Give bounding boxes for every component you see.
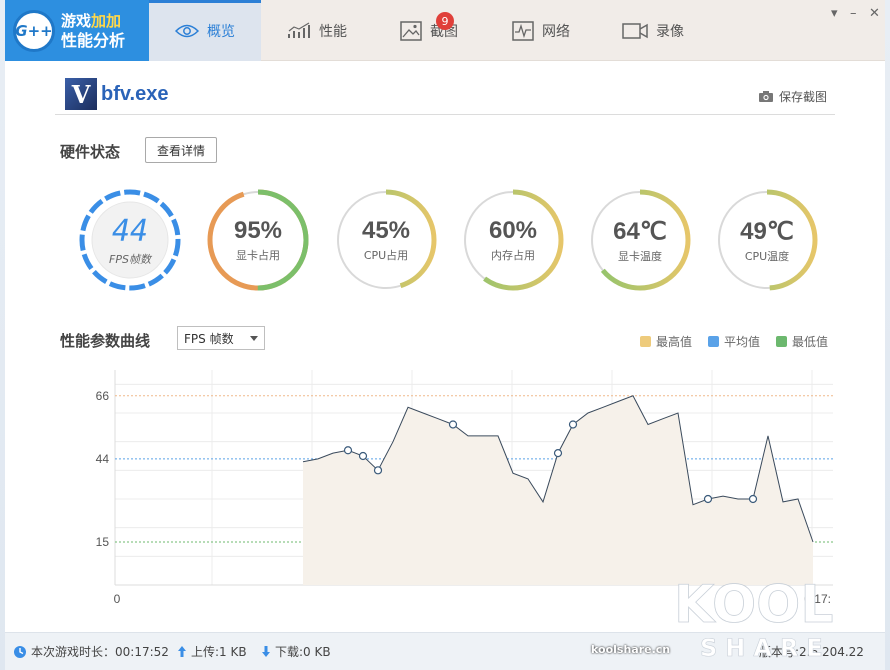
tab-screenshots[interactable]: 截图 9 bbox=[373, 0, 485, 61]
hardware-status-title: 硬件状态 bbox=[60, 143, 121, 161]
gauge-cpu-temp-value: 49℃ bbox=[740, 217, 794, 245]
performance-curve-title: 性能参数曲线 bbox=[60, 332, 151, 350]
minimize-icon[interactable]: – bbox=[850, 6, 857, 21]
logo-text: 游戏加加 性能分析 bbox=[61, 12, 125, 50]
eye-icon bbox=[175, 24, 199, 37]
gauge-gpu-usage-value: 95% bbox=[233, 217, 283, 244]
game-icon: V bbox=[65, 78, 97, 110]
gauge-cpu-temp: 49℃ CPU温度 bbox=[712, 185, 822, 295]
bar-chart-icon bbox=[288, 21, 310, 38]
upload: 上传: 1 KB bbox=[177, 643, 247, 660]
gauge-cpu-usage: 45% CPU占用 bbox=[331, 185, 441, 295]
fps-marker bbox=[703, 494, 713, 504]
tab-performance-label: 性能 bbox=[319, 23, 347, 40]
gauge-gpu-usage-label: 显卡占用 bbox=[236, 249, 280, 262]
koolshare-watermark: KOOL SHARE bbox=[674, 575, 834, 663]
pulse-icon bbox=[512, 20, 534, 41]
gauge-memory-usage-value: 60% bbox=[488, 217, 538, 244]
y-tick-label: 15 bbox=[96, 535, 110, 549]
playtime-label: 本次游戏时长： bbox=[31, 645, 116, 659]
upload-arrow-icon bbox=[178, 646, 186, 657]
save-screenshot-button[interactable]: 保存截图 bbox=[758, 88, 827, 105]
x-start-label: 0 bbox=[114, 592, 121, 606]
gauge-memory-usage: 60% 内存占用 bbox=[458, 185, 568, 295]
metric-select[interactable]: FPS 帧数 bbox=[177, 326, 265, 350]
process-name: bfv.exe bbox=[101, 82, 169, 105]
tab-network[interactable]: 网络 bbox=[485, 0, 597, 61]
logo-title-a: 游戏 bbox=[61, 11, 92, 30]
chevron-down-icon bbox=[250, 336, 258, 341]
upload-value: 1 KB bbox=[219, 644, 247, 659]
legend-avg-label: 平均值 bbox=[724, 335, 761, 349]
download-arrow-icon bbox=[262, 646, 270, 657]
download: 下载: 0 KB bbox=[261, 643, 331, 660]
watermark-brand: KOOL bbox=[674, 575, 834, 635]
gauge-gpu-temp: 64℃ 显卡温度 bbox=[585, 185, 695, 295]
y-tick-label: 66 bbox=[96, 389, 110, 403]
logo-badge: G++ bbox=[13, 9, 55, 52]
upload-label: 上传: bbox=[191, 645, 220, 659]
logo-subtitle: 性能分析 bbox=[61, 30, 126, 50]
watermark-sub: SHARE bbox=[700, 634, 831, 662]
legend-avg-swatch bbox=[708, 336, 719, 347]
watermark-site: koolshare.cn bbox=[591, 643, 671, 656]
fps-area bbox=[303, 395, 813, 585]
download-value: 0 KB bbox=[303, 644, 331, 659]
legend-min-label: 最低值 bbox=[792, 335, 829, 349]
gauge-fps: 44 FPS帧数 bbox=[75, 185, 185, 295]
download-label: 下载: bbox=[275, 645, 304, 659]
legend-min-swatch bbox=[776, 336, 787, 347]
video-icon bbox=[622, 22, 648, 39]
fps-marker bbox=[553, 449, 563, 458]
gauge-gpu-temp-value: 64℃ bbox=[613, 217, 667, 245]
hardware-gauges: 44 FPS帧数 95% 显卡占用 45% CPU占用 60% 内存占用 64℃… bbox=[70, 185, 830, 297]
gauge-fps-label: FPS帧数 bbox=[109, 252, 151, 266]
gauge-memory-usage-label: 内存占用 bbox=[491, 249, 535, 262]
legend-max-label: 最高值 bbox=[656, 335, 693, 349]
tab-recording[interactable]: 录像 bbox=[597, 0, 709, 61]
fps-marker bbox=[748, 494, 758, 504]
logo-title-b: 加加 bbox=[91, 11, 122, 30]
gauge-cpu-temp-label: CPU温度 bbox=[744, 249, 790, 263]
view-details-button[interactable]: 查看详情 bbox=[145, 137, 217, 163]
playtime-value: 00:17:52 bbox=[115, 644, 169, 659]
legend-max-swatch bbox=[640, 336, 651, 347]
gauge-gpu-usage: 95% 显卡占用 bbox=[203, 185, 313, 295]
picture-icon bbox=[400, 20, 422, 41]
camera-icon bbox=[758, 91, 773, 102]
legend-avg: 平均值 bbox=[708, 333, 760, 350]
fps-marker bbox=[568, 420, 578, 429]
clock-icon bbox=[14, 645, 26, 658]
main-tabs: 概览 性能 截图 9 网络 录像 bbox=[149, 0, 709, 61]
menu-dropdown-icon[interactable]: ▾ bbox=[831, 6, 838, 21]
y-tick-label: 44 bbox=[96, 452, 110, 466]
gauge-gpu-temp-label: 显卡温度 bbox=[618, 249, 662, 263]
app-logo: G++ 游戏加加 性能分析 bbox=[5, 0, 149, 61]
gauge-cpu-usage-label: CPU占用 bbox=[363, 249, 409, 262]
gauge-fps-value: 44 bbox=[111, 213, 149, 249]
fps-marker bbox=[343, 446, 353, 455]
fps-marker bbox=[358, 451, 368, 461]
fps-marker bbox=[373, 466, 383, 475]
legend-min: 最低值 bbox=[776, 333, 828, 350]
process-header: V bfv.exe bbox=[65, 78, 168, 110]
gauge-cpu-usage-value: 45% bbox=[361, 217, 411, 244]
tab-overview[interactable]: 概览 bbox=[149, 0, 261, 61]
tab-network-label: 网络 bbox=[542, 23, 570, 40]
legend-max: 最高值 bbox=[640, 333, 692, 350]
metric-select-value: FPS 帧数 bbox=[184, 331, 234, 346]
screenshot-count-badge: 9 bbox=[436, 12, 454, 30]
fps-marker bbox=[448, 420, 458, 429]
close-icon[interactable]: ✕ bbox=[869, 6, 880, 21]
tab-overview-label: 概览 bbox=[207, 23, 235, 40]
tab-recording-label: 录像 bbox=[656, 23, 684, 40]
logo-mark: G++ bbox=[15, 21, 53, 40]
header-divider bbox=[55, 114, 835, 115]
save-screenshot-label: 保存截图 bbox=[778, 90, 827, 104]
top-bar: G++ 游戏加加 性能分析 概览 性能 截图 9 网络 录像 ▾ – ✕ bbox=[5, 0, 885, 61]
tab-performance[interactable]: 性能 bbox=[261, 0, 373, 61]
playtime: 本次游戏时长： 00:17:52 bbox=[13, 643, 169, 660]
